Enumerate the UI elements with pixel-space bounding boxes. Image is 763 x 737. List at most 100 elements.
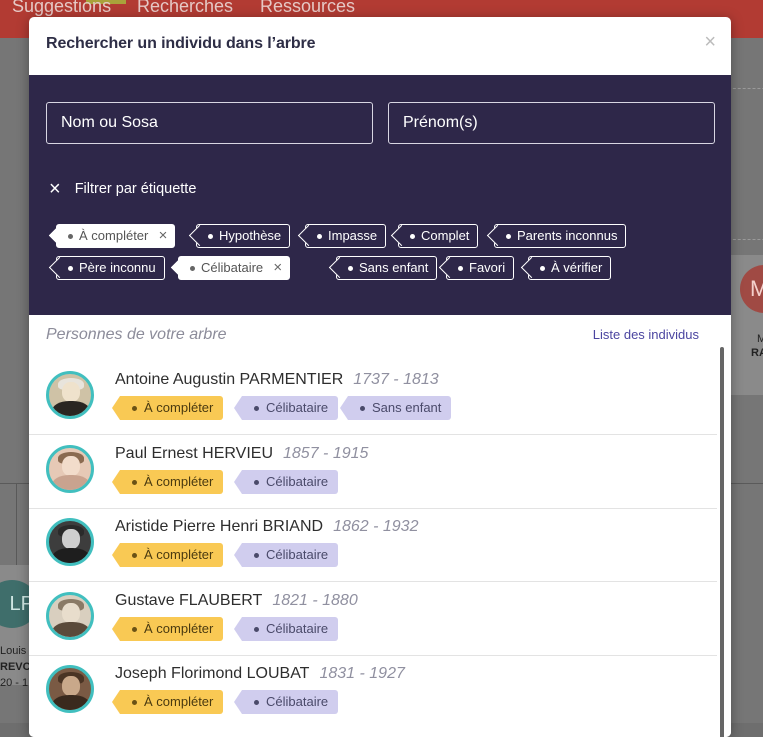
tag-complet[interactable]: Complet — [398, 224, 479, 248]
avatar-body — [52, 695, 90, 710]
person-name: Aristide Pierre Henri BRIAND 1862 - 1932 — [115, 518, 418, 536]
results-header: Personnes de votre arbre — [46, 326, 227, 343]
tag-label: Impasse — [328, 228, 378, 243]
person-tag: À compléter — [111, 617, 224, 641]
nav-recherches[interactable]: Recherches — [137, 0, 233, 17]
person-dates: 1831 - 1927 — [319, 665, 405, 682]
tag-dot — [348, 266, 353, 271]
tree-card-name: M — [757, 333, 763, 345]
person-dates: 1857 - 1915 — [283, 445, 369, 462]
tag-impasse[interactable]: Impasse — [305, 224, 387, 248]
person-dates: 1821 - 1880 — [272, 592, 358, 609]
person-row[interactable]: Antoine Augustin PARMENTIER 1737 - 1813 À… — [29, 361, 717, 435]
person-dates: 1862 - 1932 — [333, 518, 419, 535]
person-tag: Célibataire — [233, 690, 339, 714]
tag-favori[interactable]: Favori — [446, 256, 515, 280]
person-name: Paul Ernest HERVIEU 1857 - 1915 — [115, 445, 368, 463]
name-input[interactable] — [61, 114, 358, 132]
person-name-text: Antoine Augustin PARMENTIER — [115, 371, 344, 388]
tag-sans-enfant[interactable]: Sans enfant — [336, 256, 438, 280]
tree-connector — [731, 483, 763, 484]
person-name-text: Joseph Florimond LOUBAT — [115, 665, 310, 682]
person-name-text: Aristide Pierre Henri BRIAND — [115, 518, 324, 535]
tree-connector — [16, 483, 17, 573]
avatar — [46, 371, 94, 419]
person-name-text: Paul Ernest HERVIEU — [115, 445, 273, 462]
person-row[interactable]: Joseph Florimond LOUBAT 1831 - 1927 À com… — [29, 655, 717, 728]
scrollbar[interactable] — [720, 347, 724, 737]
tag-label: Favori — [469, 260, 506, 275]
avatar — [46, 518, 94, 566]
tag-pere-inconnu[interactable]: Père inconnu — [56, 256, 165, 280]
tag-dot — [458, 266, 463, 271]
person-tag: À compléter — [111, 690, 224, 714]
person-row[interactable]: Paul Ernest HERVIEU 1857 - 1915 À complét… — [29, 435, 717, 509]
tag-dot — [410, 234, 415, 239]
tag-label: Père inconnu — [79, 260, 156, 275]
person-tag: Célibataire — [233, 617, 339, 641]
tag-label: À vérifier — [551, 260, 603, 275]
tag-dot — [68, 266, 73, 271]
tag-dot — [317, 234, 322, 239]
tree-card-dates: 20 - 1 — [0, 677, 29, 689]
close-icon[interactable]: × — [704, 32, 716, 52]
tag-parents-inconnus[interactable]: Parents inconnus — [494, 224, 627, 248]
avatar — [46, 592, 94, 640]
tag-label: Hypothèse — [219, 228, 282, 243]
avatar-body — [52, 475, 90, 490]
search-panel: × Filtrer par étiquette À compléter × Hy… — [29, 75, 731, 315]
avatar — [46, 445, 94, 493]
tree-connector — [0, 483, 29, 484]
filter-label: Filtrer par étiquette — [74, 181, 197, 197]
tag-label: À compléter — [79, 228, 149, 243]
person-tag: Sans enfant — [339, 396, 452, 420]
nav-suggestions[interactable]: Suggestions — [12, 0, 111, 17]
firstname-field[interactable] — [388, 102, 715, 144]
tree-card-surname: REVO — [0, 661, 32, 673]
tag-a-completer[interactable]: À compléter × — [56, 224, 176, 248]
person-name: Antoine Augustin PARMENTIER 1737 - 1813 — [115, 371, 439, 389]
person-tag: À compléter — [111, 543, 224, 567]
close-icon: × — [49, 178, 61, 200]
name-field[interactable] — [46, 102, 373, 144]
person-tag: À compléter — [111, 396, 224, 420]
tag-label: Parents inconnus — [517, 228, 618, 243]
avatar-face — [62, 603, 80, 623]
tag-a-verifier[interactable]: À vérifier — [528, 256, 612, 280]
person-name: Joseph Florimond LOUBAT 1831 - 1927 — [115, 665, 405, 683]
remove-tag-icon[interactable]: × — [159, 225, 168, 247]
tag-label: Sans enfant — [359, 260, 429, 275]
firstname-input[interactable] — [403, 114, 700, 132]
avatar — [46, 665, 94, 713]
avatar-face — [62, 529, 80, 549]
tag-dot — [540, 266, 545, 271]
avatar-face — [62, 456, 80, 476]
person-tag: À compléter — [111, 470, 224, 494]
remove-tag-icon[interactable]: × — [273, 257, 282, 279]
avatar-face — [62, 676, 80, 696]
nav-ressources[interactable]: Ressources — [260, 0, 355, 17]
person-row[interactable]: Aristide Pierre Henri BRIAND 1862 - 1932 … — [29, 508, 717, 582]
filter-toggle[interactable]: × Filtrer par étiquette — [49, 178, 197, 200]
tag-label: Célibataire — [201, 260, 264, 275]
person-name: Gustave FLAUBERT 1821 - 1880 — [115, 592, 358, 610]
search-modal: Rechercher un individu dans l’arbre × × … — [29, 17, 731, 737]
tag-dot — [506, 234, 511, 239]
modal-header: Rechercher un individu dans l’arbre × — [29, 17, 731, 75]
individuals-list-link[interactable]: Liste des individus — [593, 327, 699, 342]
person-row[interactable]: Gustave FLAUBERT 1821 - 1880 À compléter … — [29, 582, 717, 656]
avatar-body — [52, 548, 90, 563]
person-name-text: Gustave FLAUBERT — [115, 592, 263, 609]
person-tag: Célibataire — [233, 396, 339, 420]
tag-dot — [68, 234, 73, 239]
person-dates: 1737 - 1813 — [353, 371, 439, 388]
tag-dot — [190, 266, 195, 271]
results-list: Personnes de votre arbre Liste des indiv… — [29, 315, 731, 737]
tree-card-surname: RA — [751, 347, 763, 359]
tag-hypothese[interactable]: Hypothèse — [196, 224, 291, 248]
avatar-body — [52, 622, 90, 637]
tag-label: Complet — [421, 228, 470, 243]
person-tag: Célibataire — [233, 543, 339, 567]
avatar-face — [62, 382, 80, 402]
tag-celibataire[interactable]: Célibataire × — [178, 256, 291, 280]
